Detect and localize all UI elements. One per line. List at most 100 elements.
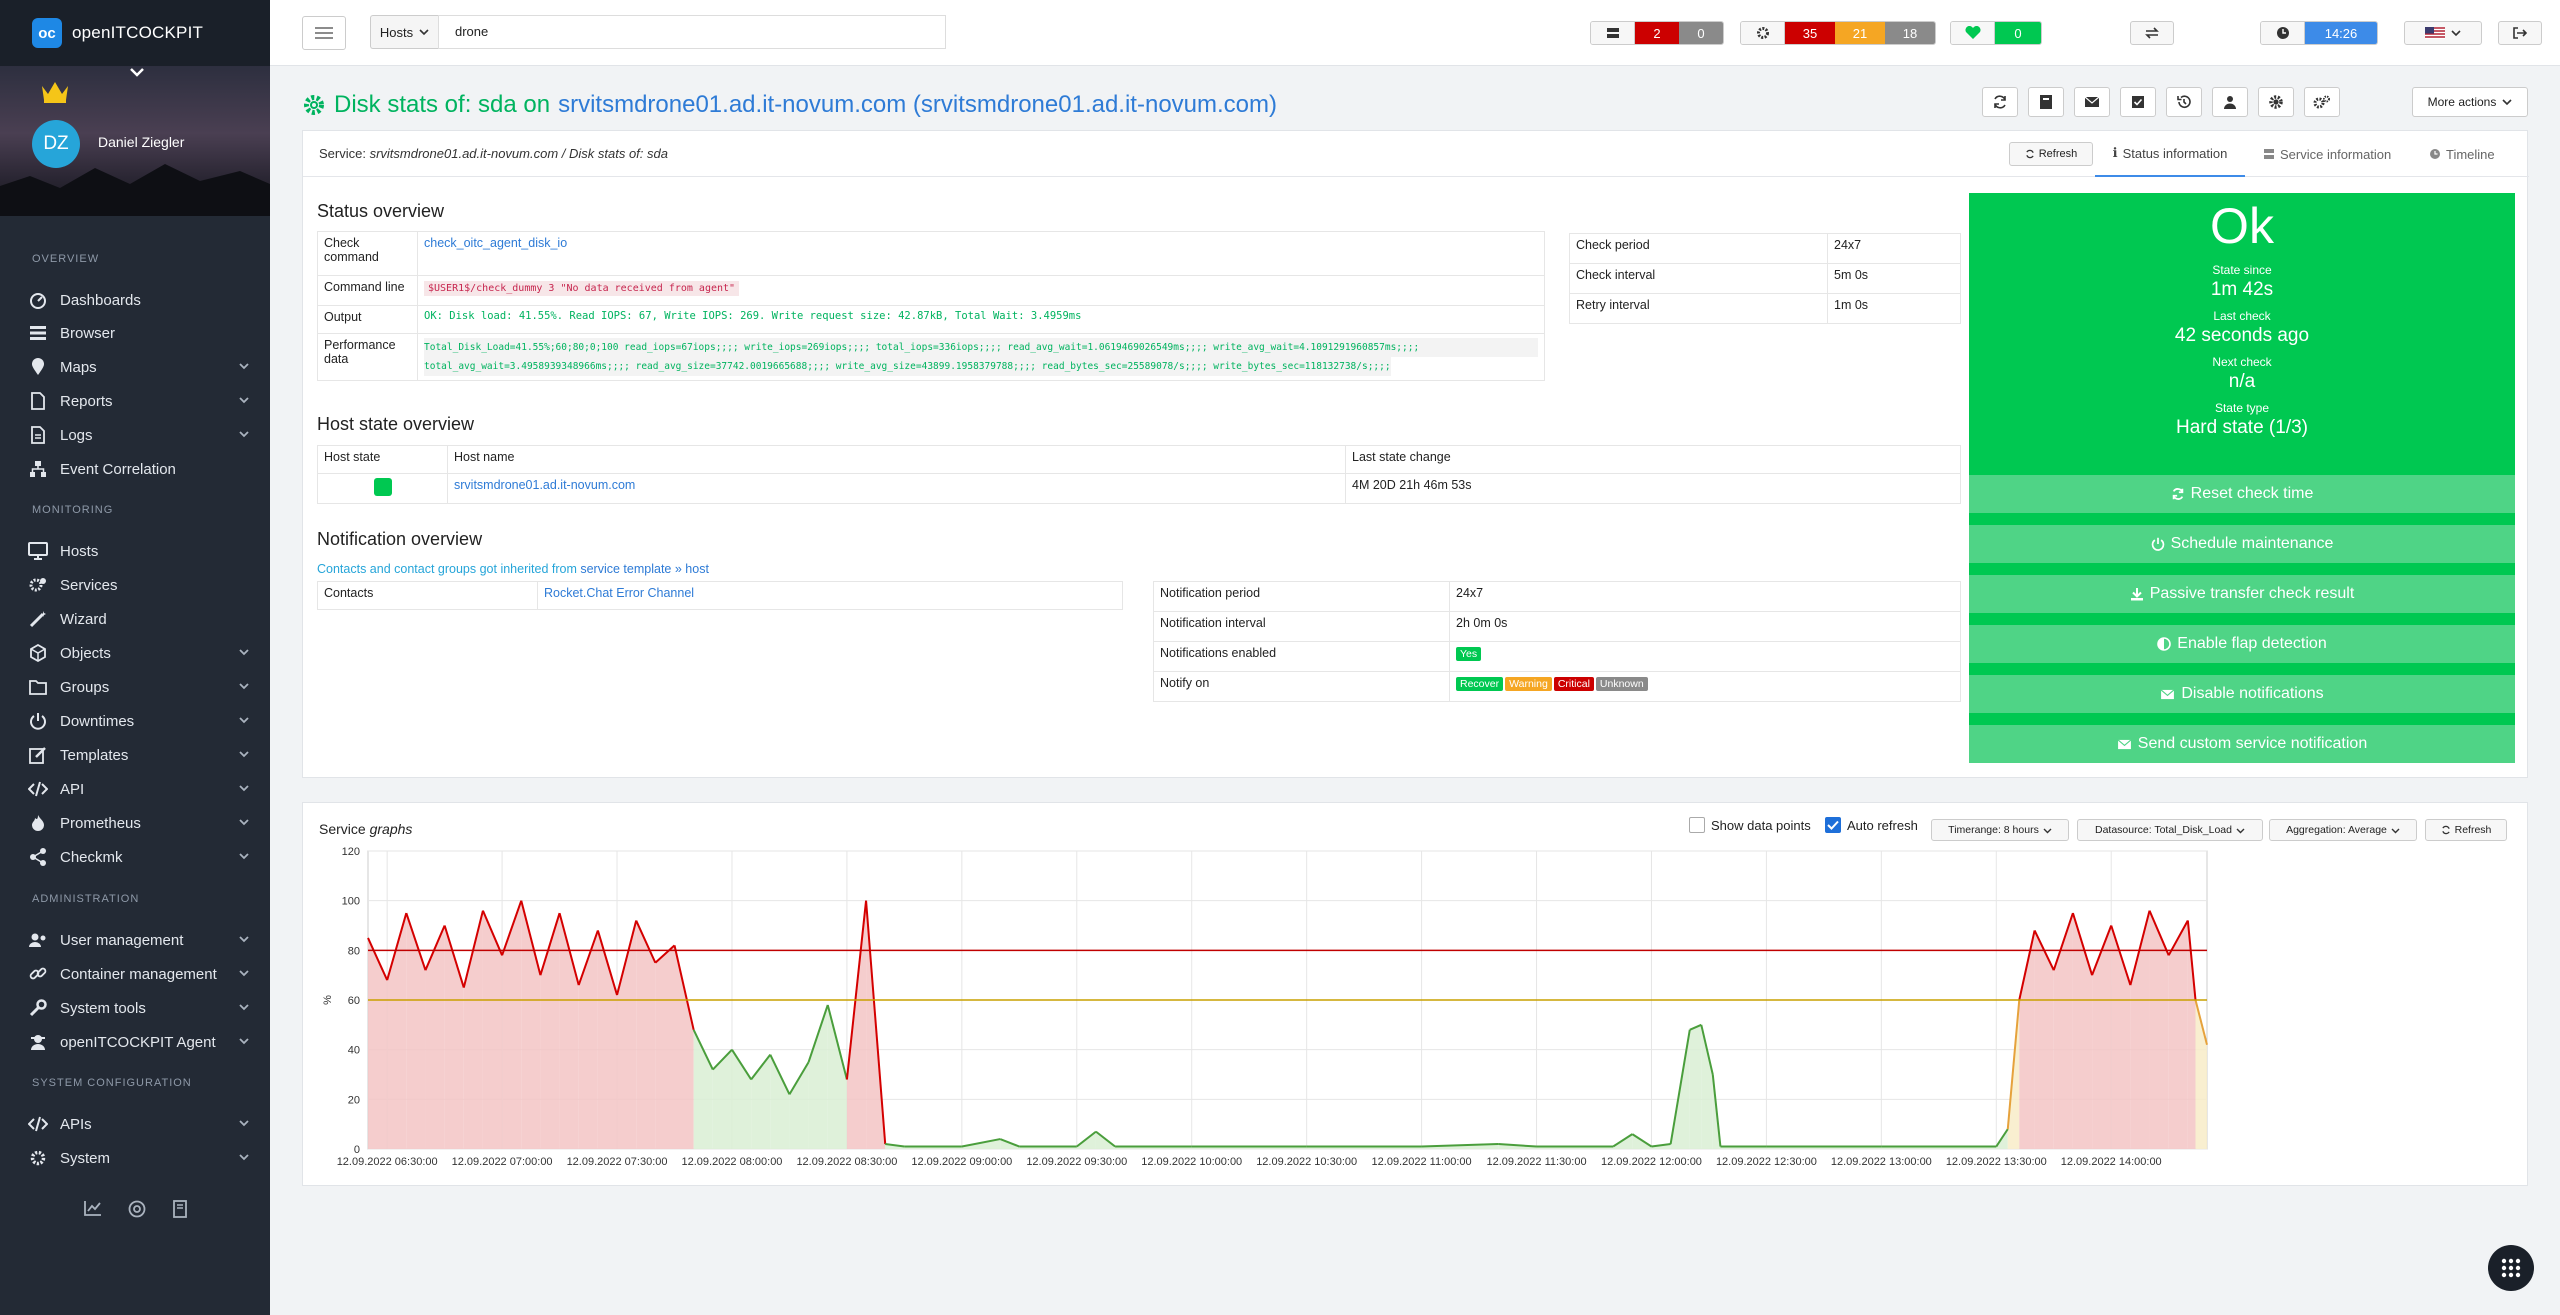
heartbeat-summary[interactable]: 0 bbox=[1950, 21, 2042, 45]
sidebar-item-checkmk[interactable]: Checkmk bbox=[28, 842, 250, 872]
sidebar-item-maps[interactable]: Maps bbox=[28, 352, 250, 382]
send-custom-notification-button[interactable]: Send custom service notification bbox=[1969, 725, 2515, 763]
heartbeat-count[interactable]: 0 bbox=[1995, 22, 2041, 44]
book-button[interactable] bbox=[2028, 87, 2064, 117]
tab-timeline[interactable]: Timeline bbox=[2429, 131, 2495, 177]
hamburger-icon bbox=[315, 27, 333, 39]
sidebar-item-hosts[interactable]: Hosts bbox=[28, 536, 250, 566]
sidebar-item-label: Wizard bbox=[60, 610, 107, 628]
sidebar-item-browser[interactable]: Browser bbox=[28, 318, 250, 348]
sidebar-item-wizard[interactable]: Wizard bbox=[28, 604, 250, 634]
mail-button[interactable] bbox=[2074, 87, 2110, 117]
history-button[interactable] bbox=[2166, 87, 2202, 117]
sidebar-item-agent[interactable]: openITCOCKPIT Agent bbox=[28, 1027, 250, 1057]
sidebar-item-label: API bbox=[60, 780, 85, 798]
title-host-link[interactable]: srvitsmdrone01.ad.it-novum.com (srvitsmd… bbox=[558, 91, 1277, 119]
sidebar-item-downtimes[interactable]: Downtimes bbox=[28, 706, 250, 736]
service-critical-count[interactable]: 35 bbox=[1785, 22, 1835, 44]
user-name[interactable]: Daniel Ziegler bbox=[98, 134, 184, 150]
search-input[interactable]: drone bbox=[438, 15, 946, 49]
check-period-label: Check period bbox=[1569, 233, 1828, 264]
chevron-down-icon bbox=[239, 649, 249, 656]
more-actions-button[interactable]: More actions bbox=[2412, 87, 2528, 117]
settings-button[interactable] bbox=[2258, 87, 2294, 117]
refresh-button[interactable]: Refresh bbox=[2009, 142, 2093, 166]
sidebar-item-event-correlation[interactable]: Event Correlation bbox=[28, 454, 250, 484]
chevron-down-icon bbox=[419, 29, 429, 36]
language-select[interactable] bbox=[2404, 21, 2482, 45]
disable-notifications-button[interactable]: Disable notifications bbox=[1969, 675, 2515, 713]
sidebar-item-objects[interactable]: Objects bbox=[28, 638, 250, 668]
sign-out-icon bbox=[2513, 27, 2527, 39]
tab-label: Timeline bbox=[2446, 146, 2495, 162]
brand-header[interactable]: oc openITCOCKPIT bbox=[0, 0, 270, 66]
chevron-down-icon[interactable] bbox=[128, 66, 146, 78]
host-unreachable-count[interactable]: 0 bbox=[1679, 22, 1723, 44]
y-tick-label: 120 bbox=[342, 846, 360, 858]
tab-status-information[interactable]: ℹ Status information bbox=[2095, 131, 2245, 177]
share-icon bbox=[28, 847, 48, 867]
heartbeat-icon bbox=[1951, 22, 1995, 44]
acknowledge-button[interactable] bbox=[2120, 87, 2156, 117]
sidebar-item-services[interactable]: Services bbox=[28, 570, 250, 600]
cogs-icon bbox=[1741, 22, 1785, 44]
sidebar-item-system[interactable]: System bbox=[28, 1143, 250, 1173]
schedule-maintenance-button[interactable]: Schedule maintenance bbox=[1969, 525, 2515, 563]
logout-button[interactable] bbox=[2498, 21, 2542, 45]
sidebar-item-apis[interactable]: APIs bbox=[28, 1109, 250, 1139]
tab-service-information[interactable]: Service information bbox=[2263, 131, 2391, 177]
enable-flap-detection-button[interactable]: Enable flap detection bbox=[1969, 625, 2515, 663]
search-type-select[interactable]: Hosts bbox=[370, 15, 438, 49]
inherit-from-link[interactable]: service template bbox=[580, 562, 671, 576]
sidebar-item-user-management[interactable]: User management bbox=[28, 925, 250, 955]
host-name-link[interactable]: srvitsmdrone01.ad.it-novum.com bbox=[447, 473, 1346, 504]
code-icon bbox=[28, 779, 48, 799]
menu-toggle-button[interactable] bbox=[302, 16, 346, 50]
user-button[interactable] bbox=[2212, 87, 2248, 117]
sidebar-item-logs[interactable]: Logs bbox=[28, 420, 250, 450]
sidebar-item-label: Objects bbox=[60, 644, 111, 662]
service-breadcrumb: Service: srvitsmdrone01.ad.it-novum.com … bbox=[319, 146, 668, 161]
power-icon bbox=[28, 711, 48, 731]
avatar[interactable]: DZ bbox=[32, 120, 80, 168]
folder-icon bbox=[28, 677, 48, 697]
sidebar-item-label: Hosts bbox=[60, 542, 99, 560]
service-warning-count[interactable]: 21 bbox=[1835, 22, 1885, 44]
check-command-link[interactable]: check_oitc_agent_disk_io bbox=[417, 231, 1545, 276]
sidebar-item-dashboards[interactable]: Dashboards bbox=[28, 285, 250, 315]
service-unknown-count[interactable]: 18 bbox=[1885, 22, 1935, 44]
sidebar-item-groups[interactable]: Groups bbox=[28, 672, 250, 702]
current-state: Ok bbox=[2210, 198, 2274, 254]
sidebar-item-api[interactable]: API bbox=[28, 774, 250, 804]
sidebar-item-reports[interactable]: Reports bbox=[28, 386, 250, 416]
service-status-summary[interactable]: 35 21 18 bbox=[1740, 21, 1936, 45]
last-state-change-value: 4M 20D 21h 46m 53s bbox=[1345, 473, 1961, 504]
chevron-down-icon bbox=[239, 717, 249, 724]
sidebar-item-templates[interactable]: Templates bbox=[28, 740, 250, 770]
sidebar-footer bbox=[84, 1200, 188, 1218]
support-icon[interactable] bbox=[128, 1200, 146, 1218]
reset-check-time-button[interactable]: Reset check time bbox=[1969, 475, 2515, 513]
state-type-label: State type bbox=[2214, 401, 2270, 415]
status-overview-table: Check command check_oitc_agent_disk_io Co… bbox=[317, 231, 1545, 381]
contacts-link[interactable]: Rocket.Chat Error Channel bbox=[537, 581, 1123, 610]
host-down-count[interactable]: 2 bbox=[1635, 22, 1679, 44]
service-action-bar bbox=[1982, 87, 2340, 119]
server-time[interactable]: 14:26 bbox=[2260, 21, 2378, 45]
inherit-to-link[interactable]: host bbox=[685, 562, 709, 576]
service-graph-card: Service graphs Show data points Auto ref… bbox=[302, 802, 2528, 1186]
sidebar-item-label: Logs bbox=[60, 426, 93, 444]
config-button[interactable] bbox=[2304, 87, 2340, 117]
sidebar-item-system-tools[interactable]: System tools bbox=[28, 993, 250, 1023]
host-status-summary[interactable]: 2 0 bbox=[1590, 21, 1724, 45]
exchange-button[interactable] bbox=[2130, 21, 2174, 45]
chart-line-icon[interactable] bbox=[84, 1200, 102, 1216]
app-launcher-button[interactable] bbox=[2488, 1245, 2534, 1291]
sidebar-item-prometheus[interactable]: Prometheus bbox=[28, 808, 250, 838]
sidebar-item-container-management[interactable]: Container management bbox=[28, 959, 250, 989]
reload-button[interactable] bbox=[1982, 87, 2018, 117]
last-state-change-header: Last state change bbox=[1345, 445, 1961, 474]
passive-transfer-button[interactable]: Passive transfer check result bbox=[1969, 575, 2515, 613]
book-icon[interactable] bbox=[172, 1200, 188, 1218]
title-prefix: Disk stats of: sda on bbox=[334, 91, 551, 118]
